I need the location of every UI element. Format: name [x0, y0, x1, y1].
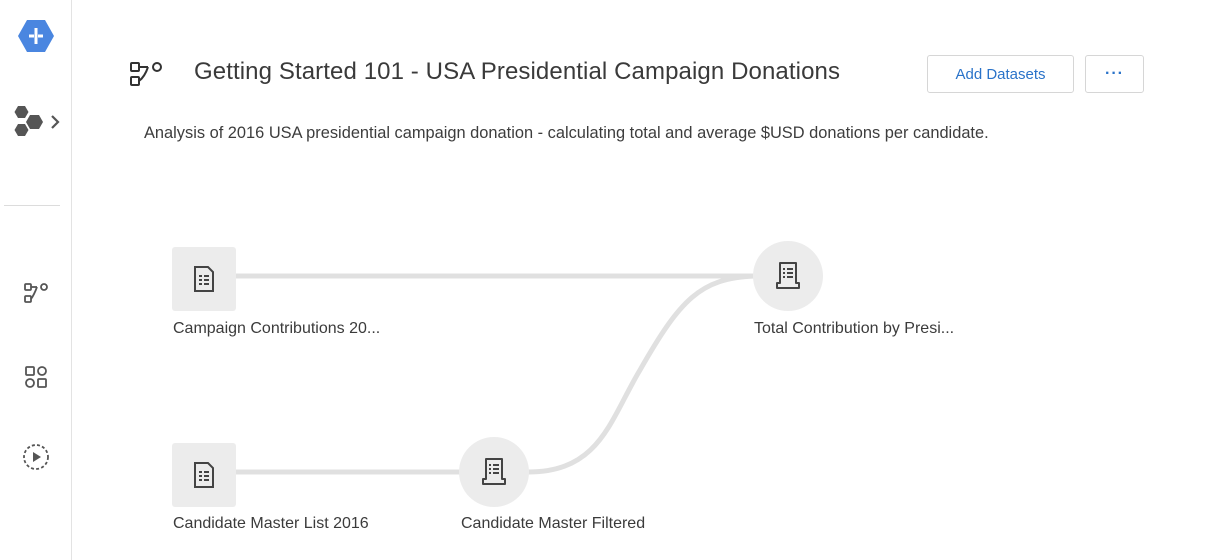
recipe-icon — [482, 458, 506, 485]
node-label-candidate-master-list: Candidate Master List 2016 — [173, 515, 369, 532]
recipe-node-candidate-master-filtered[interactable] — [459, 437, 529, 507]
recipe-node-total-contribution[interactable] — [753, 241, 823, 311]
dataset-icon — [194, 462, 214, 488]
node-label-campaign-contributions: Campaign Contributions 20... — [173, 320, 381, 337]
node-label-total-contribution: Total Contribution by Presi... — [754, 320, 955, 337]
node-label-candidate-master-filtered: Candidate Master Filtered — [461, 515, 646, 532]
edge-filtered-to-total — [527, 273, 756, 475]
recipe-icon — [776, 262, 800, 289]
app-root: Getting Started 101 - USA Presidential C… — [0, 0, 1214, 560]
dataset-icon — [194, 266, 214, 292]
dataset-node-campaign-contributions[interactable] — [172, 247, 236, 311]
dataset-node-candidate-master-list[interactable] — [172, 443, 236, 507]
